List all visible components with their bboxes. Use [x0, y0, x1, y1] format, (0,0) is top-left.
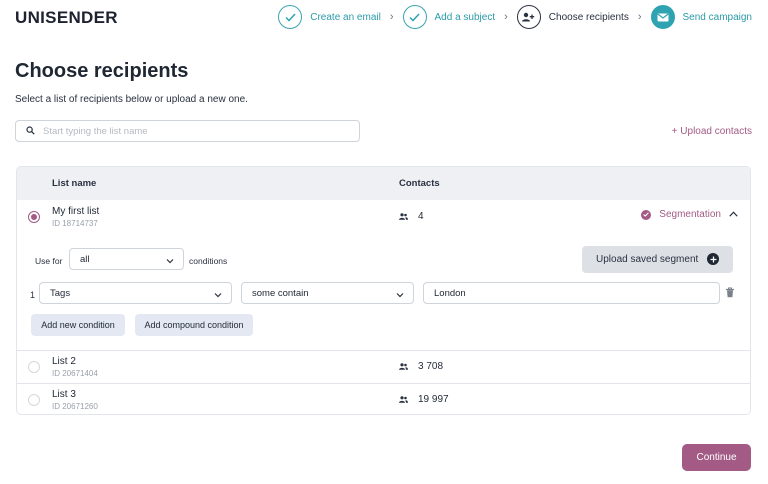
- step-label: Choose recipients: [548, 11, 629, 23]
- plus-circle-icon: [707, 253, 719, 265]
- list-name: List 2: [52, 356, 76, 367]
- condition-index: 1: [30, 290, 36, 300]
- chevron-right-icon: ›: [389, 11, 394, 23]
- step-label: Create an email: [310, 11, 381, 23]
- check-circle-icon: [641, 209, 652, 220]
- list-id: ID 18714737: [52, 219, 98, 228]
- users-icon: [399, 363, 408, 370]
- trash-icon[interactable]: [725, 285, 735, 303]
- chevron-down-icon: [396, 290, 404, 301]
- search-box[interactable]: [15, 120, 360, 142]
- contacts-value: 4: [418, 211, 424, 222]
- step-add-subject[interactable]: Add a subject: [402, 5, 496, 29]
- upload-contacts-link[interactable]: + Upload contacts: [672, 126, 752, 137]
- use-for-label: Use for: [35, 256, 63, 266]
- users-icon: [399, 213, 408, 220]
- continue-button[interactable]: Continue: [682, 444, 751, 471]
- chevron-down-icon: [214, 290, 222, 301]
- table-row[interactable]: List 2 ID 20671404 3 708: [17, 351, 750, 383]
- upload-saved-segment-button[interactable]: Upload saved segment: [582, 246, 733, 273]
- add-new-condition-button[interactable]: Add new condition: [31, 314, 125, 336]
- chevron-down-icon: [166, 256, 174, 267]
- condition-operator-select[interactable]: some contain: [241, 282, 414, 304]
- condition-value-input[interactable]: [423, 282, 720, 304]
- list-radio[interactable]: [28, 361, 40, 373]
- contacts-value: 3 708: [418, 361, 444, 372]
- condition-field-select[interactable]: Tags: [39, 282, 232, 304]
- list-radio[interactable]: [28, 394, 40, 406]
- step-create-email[interactable]: Create an email: [278, 5, 381, 29]
- step-label: Send campaign: [682, 11, 753, 23]
- column-header-list-name: List name: [52, 178, 97, 189]
- chevron-right-icon: ›: [637, 11, 642, 23]
- users-icon: [399, 396, 408, 403]
- check-icon: [278, 5, 303, 29]
- use-for-select[interactable]: all: [69, 248, 184, 270]
- envelope-icon: [650, 5, 675, 29]
- step-label: Add a subject: [434, 11, 496, 23]
- table-row[interactable]: My first list ID 18714737 4 Segmentation: [17, 200, 750, 233]
- contacts-count: 19 997: [399, 394, 449, 405]
- check-icon: [402, 5, 427, 29]
- list-id: ID 20671404: [52, 369, 98, 378]
- column-header-contacts: Contacts: [399, 178, 440, 189]
- conditions-label: conditions: [189, 256, 228, 266]
- condition-operator-value: some contain: [252, 287, 309, 299]
- use-for-value: all: [80, 253, 90, 265]
- segmentation-toggle[interactable]: Segmentation: [641, 209, 738, 220]
- progress-steps: Create an email › Add a subject › Choose…: [278, 5, 752, 29]
- search-icon: [26, 122, 35, 140]
- page-title: Choose recipients: [15, 60, 189, 82]
- logo: UNISENDER: [15, 8, 118, 27]
- table-row[interactable]: List 3 ID 20671260 19 997: [17, 384, 750, 414]
- step-choose-recipients[interactable]: Choose recipients: [516, 5, 629, 29]
- chevron-up-icon: [729, 209, 738, 220]
- list-id: ID 20671260: [52, 402, 98, 411]
- search-input[interactable]: [43, 125, 333, 137]
- step-send-campaign[interactable]: Send campaign: [650, 5, 753, 29]
- condition-field-value: Tags: [50, 287, 71, 299]
- add-user-icon: [516, 5, 541, 29]
- page-subtitle: Select a list of recipients below or upl…: [15, 94, 248, 105]
- list-radio[interactable]: [28, 211, 40, 223]
- upload-saved-segment-label: Upload saved segment: [596, 254, 699, 265]
- list-name: My first list: [52, 206, 100, 217]
- lists-table: List name Contacts My first list ID 1871…: [16, 166, 751, 415]
- contacts-count: 4: [399, 211, 424, 222]
- contacts-count: 3 708: [399, 361, 443, 372]
- chevron-right-icon: ›: [504, 11, 508, 23]
- table-header: List name Contacts: [17, 167, 750, 200]
- list-name: List 3: [52, 389, 76, 400]
- contacts-value: 19 997: [418, 394, 449, 405]
- add-compound-condition-button[interactable]: Add compound condition: [135, 314, 253, 336]
- segmentation-label: Segmentation: [659, 209, 721, 220]
- segmentation-panel: Use for all conditions Upload saved segm…: [17, 233, 750, 350]
